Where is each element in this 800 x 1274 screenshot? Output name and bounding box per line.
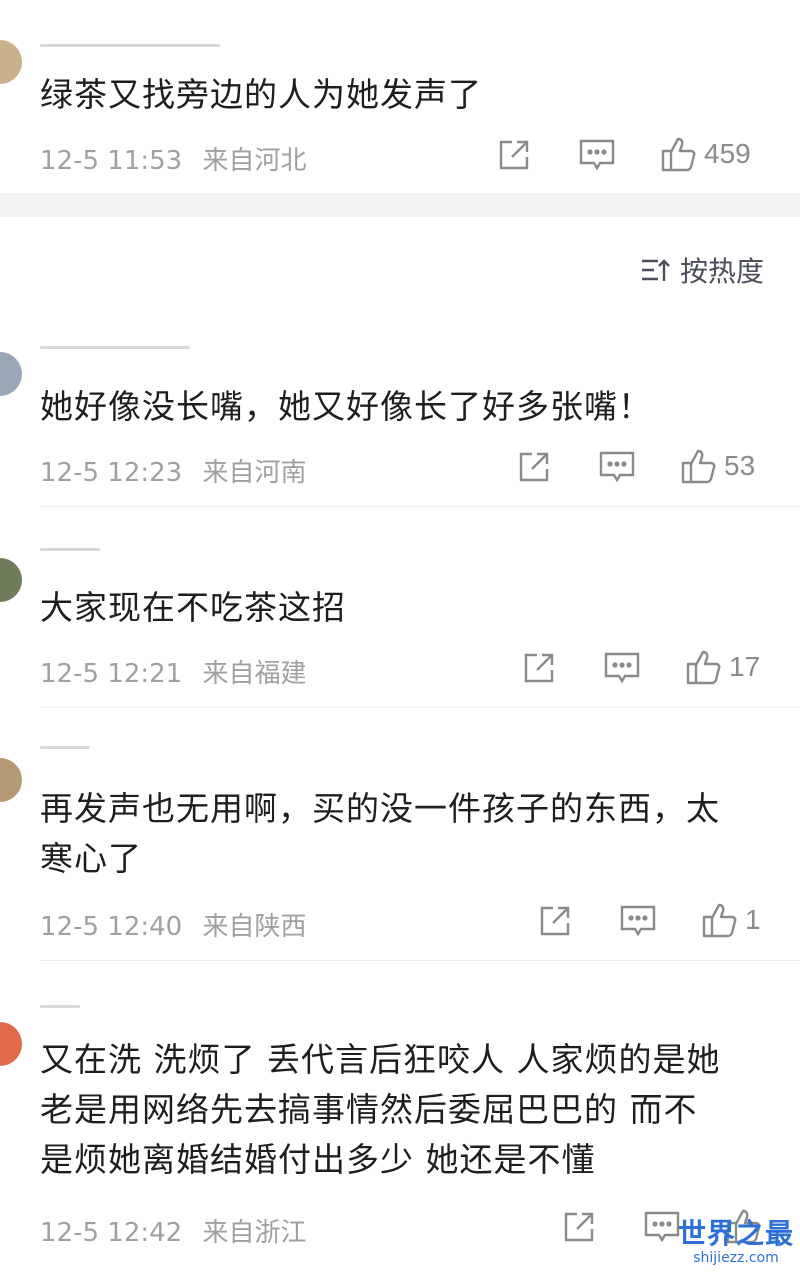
comment-meta: 12-5 12:40 来自陕西 — [40, 906, 307, 943]
share-button[interactable] — [521, 648, 557, 688]
share-icon — [540, 906, 570, 936]
username-stub[interactable] — [40, 346, 190, 349]
comment-time: 12:42 — [107, 1218, 183, 1248]
comment-date: 12-5 — [40, 458, 100, 488]
comment-text: 她好像没长嘴，她又好像长了好多张嘴！ — [40, 387, 652, 426]
like-count: 459 — [704, 138, 751, 169]
comment-date: 12-5 — [40, 659, 100, 689]
like-button[interactable]: 53 — [680, 446, 755, 486]
like-button[interactable]: 17 — [685, 647, 760, 687]
reply-button[interactable] — [619, 901, 657, 941]
comment-region: 来自福建 — [202, 659, 307, 689]
like-count: 1 — [745, 904, 761, 935]
share-icon — [524, 653, 554, 683]
comment-meta: 12-5 12:42 来自浙江 — [40, 1212, 307, 1249]
like-count: 17 — [729, 651, 761, 682]
comment-icon — [604, 652, 640, 684]
thumbs-up-icon — [661, 137, 696, 172]
reply-button[interactable] — [578, 135, 616, 175]
comment-icon — [620, 905, 656, 937]
thumbs-up-icon — [686, 650, 721, 685]
comment-time: 12:40 — [107, 912, 183, 942]
comment-icon — [579, 139, 615, 171]
reply-button[interactable] — [598, 447, 636, 487]
section-divider — [0, 193, 800, 217]
sort-label: 按热度 — [679, 255, 764, 288]
reply-button[interactable] — [643, 1207, 681, 1247]
avatar[interactable] — [0, 558, 22, 602]
username-stub[interactable] — [40, 746, 90, 749]
comment-region: 来自河南 — [202, 458, 307, 488]
like-button[interactable]: 459 — [660, 134, 751, 174]
avatar[interactable] — [0, 352, 22, 396]
comment-region: 来自陕西 — [202, 912, 307, 942]
share-button[interactable] — [516, 447, 552, 487]
share-icon — [519, 452, 549, 482]
comment-icon — [599, 451, 635, 483]
comment-date: 12-5 — [40, 912, 100, 942]
comment-icon — [644, 1211, 680, 1243]
sort-button[interactable]: 按热度 — [640, 250, 764, 290]
avatar[interactable] — [0, 40, 22, 84]
share-button[interactable] — [561, 1207, 597, 1247]
avatar[interactable] — [0, 758, 22, 802]
comment-time: 11:53 — [107, 146, 183, 176]
comment-text: 再发声也无用啊，买的没一件孩子的东西，太 寒心了 — [40, 789, 720, 878]
share-icon — [499, 140, 529, 170]
username-stub[interactable] — [40, 44, 220, 47]
watermark-logo: 世界之最 shijiezz.com — [677, 1217, 794, 1267]
comment-meta: 12-5 11:53 来自河北 — [40, 140, 307, 177]
comment-text: 又在洗 洗烦了 丢代言后狂咬人 人家烦的是她 老是用网络先去搞事情然后委屈巴巴的… — [40, 1040, 721, 1179]
comment-date: 12-5 — [40, 1218, 100, 1248]
reply-button[interactable] — [603, 648, 641, 688]
share-icon — [564, 1212, 594, 1242]
comment-time: 12:23 — [107, 458, 183, 488]
comment-text: 大家现在不吃茶这招 — [40, 588, 346, 627]
comment-meta: 12-5 12:21 来自福建 — [40, 653, 307, 690]
thumbs-up-icon — [681, 449, 716, 484]
comment-date: 12-5 — [40, 146, 100, 176]
like-count: 53 — [724, 450, 756, 481]
thumbs-up-icon — [702, 903, 737, 938]
comment-time: 12:21 — [107, 659, 183, 689]
divider — [40, 707, 800, 708]
comment-meta: 12-5 12:23 来自河南 — [40, 452, 307, 489]
share-button[interactable] — [537, 901, 573, 941]
avatar[interactable] — [0, 1022, 22, 1066]
comment-region: 来自浙江 — [202, 1218, 307, 1248]
comment-text: 绿茶又找旁边的人为她发声了 — [40, 75, 482, 114]
comment-region: 来自河北 — [202, 146, 307, 176]
username-stub[interactable] — [40, 1005, 80, 1008]
share-button[interactable] — [496, 135, 532, 175]
like-button[interactable]: 1 — [701, 900, 761, 940]
divider — [40, 506, 800, 507]
username-stub[interactable] — [40, 548, 100, 551]
divider — [40, 960, 800, 961]
watermark-title: 世界之最 — [677, 1217, 794, 1250]
watermark-url: shijiezz.com — [693, 1250, 779, 1266]
sort-icon — [641, 259, 670, 281]
